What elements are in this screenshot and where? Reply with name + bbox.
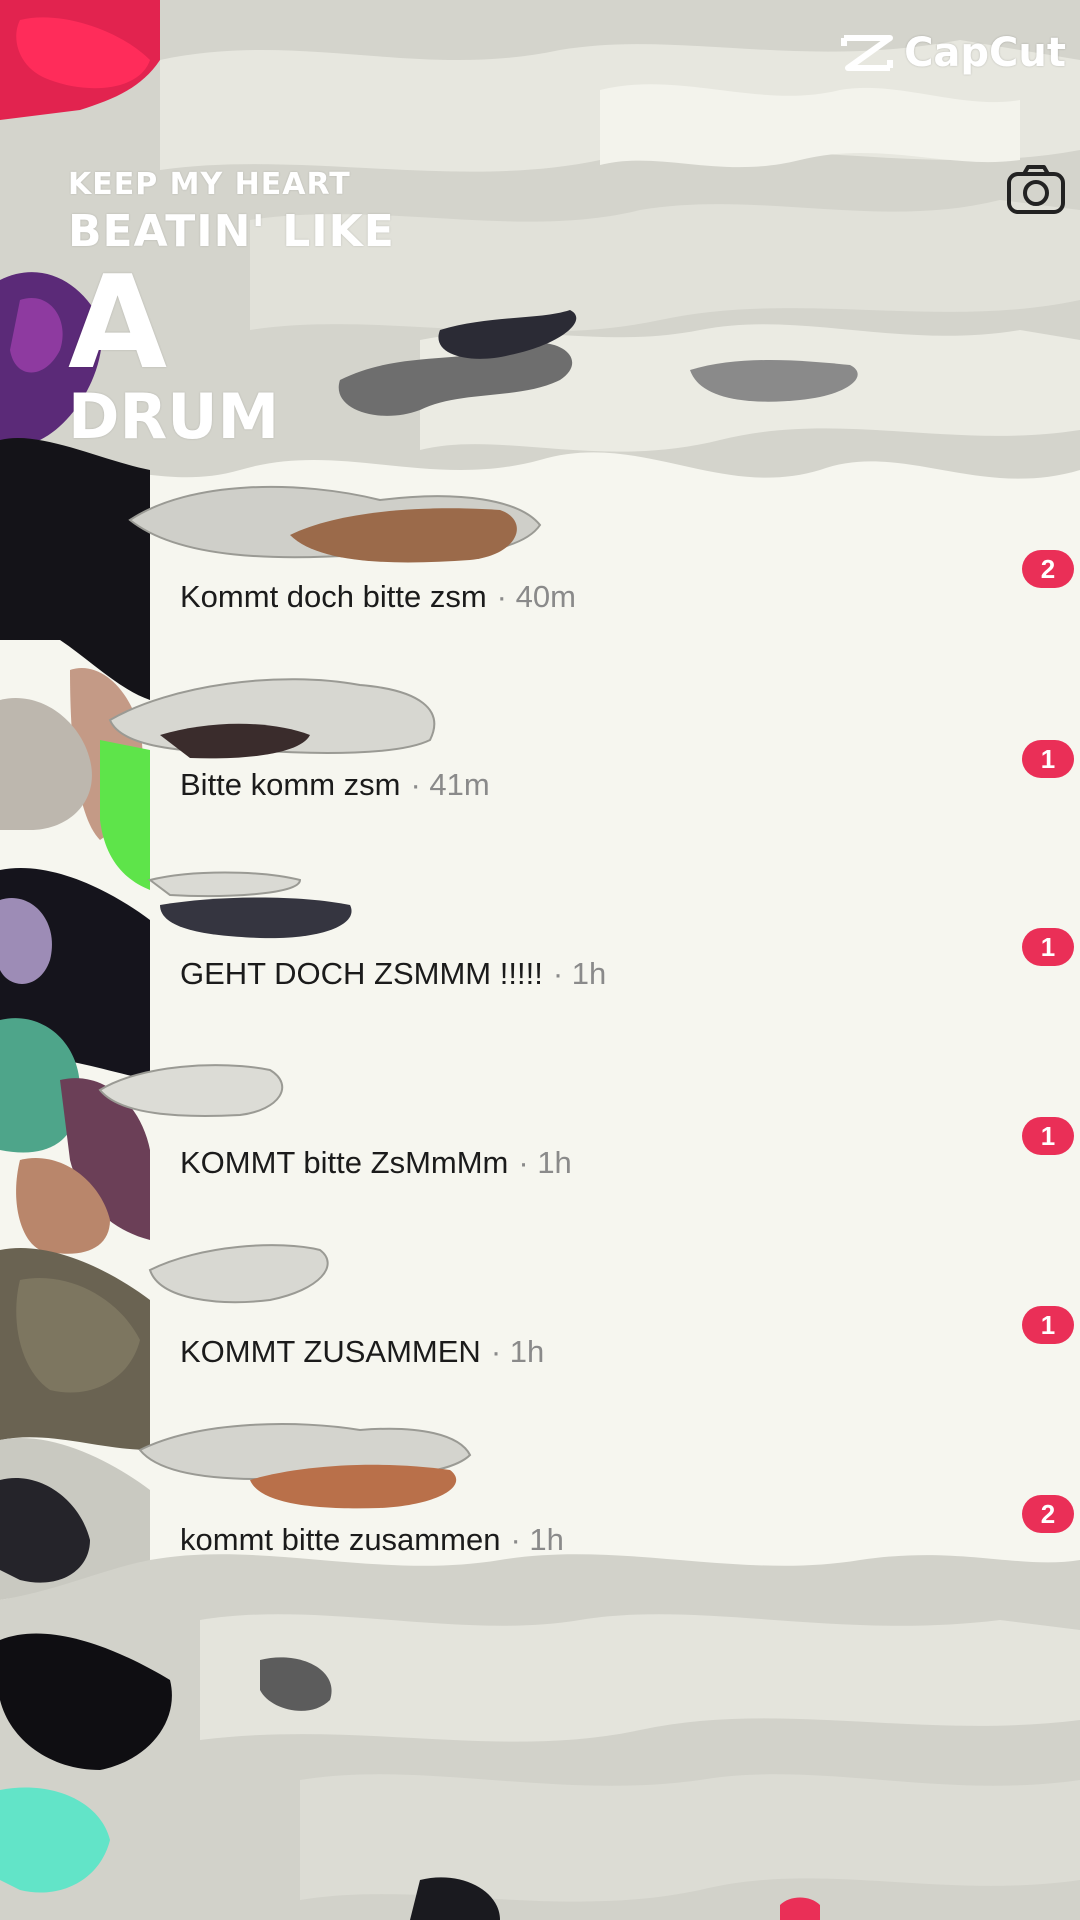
- message-preview: Bitte komm zsm: [180, 767, 401, 802]
- list-item[interactable]: kommt bitte zusammen 1h: [180, 1510, 1060, 1570]
- unread-badge: 2: [1022, 1495, 1074, 1533]
- list-item[interactable]: Kommt doch bitte zsm 40m: [180, 567, 1060, 627]
- unread-badge: 1: [1022, 1117, 1074, 1155]
- unread-badge: 1: [1022, 740, 1074, 778]
- lyrics-line-1: KEEP MY HEART: [68, 167, 351, 202]
- capcut-logo-icon: [841, 35, 894, 71]
- lyrics-line-4: DRUM: [68, 380, 280, 453]
- message-time: 1h: [491, 1334, 544, 1370]
- list-item[interactable]: Bitte komm zsm 41m: [180, 755, 1060, 815]
- message-preview: GEHT DOCH ZSMMM !!!!!: [180, 956, 543, 991]
- unread-badge: 1: [1022, 928, 1074, 966]
- overlay-lyrics: KEEP MY HEART BEATIN' LIKE A DRUM: [68, 170, 395, 448]
- message-time: 1h: [553, 956, 606, 992]
- message-time: 1h: [510, 1522, 563, 1558]
- list-item[interactable]: KOMMT ZUSAMMEN 1h: [180, 1322, 1060, 1382]
- lyrics-line-3: A: [68, 249, 168, 398]
- list-item[interactable]: KOMMT bitte ZsMmMm 1h: [180, 1133, 1060, 1193]
- unread-badge: 1: [1022, 1306, 1074, 1344]
- list-item[interactable]: GEHT DOCH ZSMMM !!!!! 1h: [180, 944, 1060, 1004]
- message-preview: Kommt doch bitte zsm: [180, 579, 487, 614]
- message-preview: KOMMT ZUSAMMEN: [180, 1334, 481, 1369]
- message-preview: KOMMT bitte ZsMmMm: [180, 1145, 509, 1180]
- message-preview: kommt bitte zusammen: [180, 1522, 501, 1557]
- message-time: 1h: [518, 1145, 571, 1181]
- message-time: 40m: [497, 579, 576, 615]
- camera-icon[interactable]: [1006, 164, 1066, 216]
- capcut-watermark: CapCut: [840, 30, 1066, 76]
- lyrics-line-2: BEATIN' LIKE: [68, 206, 395, 257]
- capcut-brand: CapCut: [904, 30, 1066, 76]
- message-time: 41m: [410, 767, 489, 803]
- unread-badge: 2: [1022, 550, 1074, 588]
